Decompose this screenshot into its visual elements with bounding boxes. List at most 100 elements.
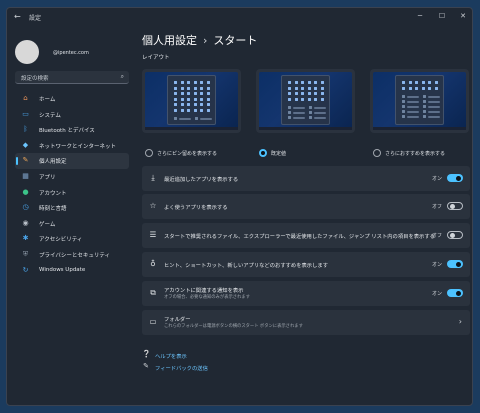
toggle-switch[interactable] [447,231,463,239]
sidebar-item-bluetooth[interactable]: ᛒ Bluetooth とデバイス [15,122,129,138]
avatar[interactable] [15,40,39,64]
toggle-switch[interactable] [447,260,463,268]
setting-title: ヒント、ショートカット、新しいアプリなどのおすすめを表示します [164,263,328,269]
preview-recommendation-line [407,100,419,103]
preview-recommendation-icon [423,110,426,113]
preview-app-tile [200,108,203,112]
preview-recommendation-line [200,117,212,120]
search-input[interactable]: 設定の検索 ⌕ [15,71,129,84]
minimize-button[interactable]: ─ [414,12,426,20]
maximize-button[interactable]: ☐ [436,12,448,20]
toggle-switch[interactable] [447,289,463,297]
setting-title: アカウントに関連する通知を表示 [164,288,244,294]
folder-icon: ▭ [149,317,157,326]
preview-recommendation-line [293,116,305,119]
setting-card-list: ☰ スタートで推奨されるファイル、エクスプローラーで最近使用したファイル、ジャンプ… [142,223,470,248]
toggle-knob [456,290,461,296]
sidebar-item-label: システム [39,112,61,119]
taskbar-preview [373,127,466,130]
back-arrow-icon[interactable]: ← [14,12,21,21]
preview-app-tile [320,81,324,84]
sidebar-item-shield[interactable]: ⛨ プライバシーとセキュリティ [15,247,129,263]
toggle-state-label: オン [431,291,442,297]
breadcrumb-parent[interactable]: 個人用設定 [142,34,197,47]
settings-window: ← 設定 ─ ☐ ✕ @ipentec.com 設定の検索 ⌕ ⌂ ホーム ▭ システ… [6,7,473,406]
preview-recommendation-icon [402,115,405,118]
preview-app-tile [320,97,324,101]
sidebar-item-account[interactable]: ● アカウント [15,185,129,201]
breadcrumb-current: スタート [213,34,258,47]
preview-recommendation-line [314,116,326,119]
sidebar-nav: ⌂ ホーム ▭ システム ᛒ Bluetooth とデバイス ◆ ネットワークとインターネット… [15,91,129,278]
preview-app-tile [200,92,203,95]
sidebar-item-label: ゲーム [39,221,56,228]
preview-app-tile [180,108,184,112]
preview-app-tile [174,92,177,95]
sidebar-item-label: アプリ [39,174,56,181]
preview-app-tile [307,81,311,84]
layout-radio[interactable] [259,149,267,157]
preview-app-tile [294,92,298,95]
sidebar-item-home[interactable]: ⌂ ホーム [15,91,129,107]
layout-radio[interactable] [145,149,153,157]
preview-recommendation-icon [309,116,312,119]
page-title: 個人用設定 › スタート [142,32,257,48]
chevron-right-icon[interactable]: › [459,317,462,326]
preview-app-tile [434,81,438,84]
sidebar-item-label: Bluetooth とデバイス [39,128,95,135]
preview-app-tile [288,86,291,90]
sidebar-item-label: Windows Update [39,266,86,273]
toggle-state-label: オン [431,176,442,182]
sidebar-item-apps[interactable]: ▦ アプリ [15,169,129,185]
toggle-knob [449,203,455,209]
preview-app-tile [301,92,304,95]
preview-app-tile [206,81,210,84]
layout-radio[interactable] [373,149,381,157]
preview-recommendation-line [314,111,326,114]
layout-preview-more-recommendations[interactable] [370,69,469,133]
preview-recommendation-line [179,117,191,120]
sidebar-item-accessibility[interactable]: ✱ アクセシビリティ [15,231,129,247]
setting-card-star: ☆ よく使うアプリを表示する オフ [142,194,470,219]
sidebar-item-label: ホーム [39,97,56,103]
preview-recommendation-line [293,111,305,114]
sidebar-item-update[interactable]: ↻ Windows Update [15,263,129,279]
close-button[interactable]: ✕ [457,12,469,20]
preview-app-tile [187,108,190,112]
preview-app-tile [402,86,405,90]
setting-card-folder[interactable]: ▭ フォルダー これらのフォルダーは電源ボタンの横のスタート ボタンに表示されます › [142,310,470,335]
star-icon: ☆ [149,201,157,210]
preview-app-tile [314,81,317,84]
breadcrumb-separator: › [203,34,208,47]
sidebar-item-gaming[interactable]: ◉ ゲーム [15,216,129,232]
preview-app-tile [193,103,197,106]
setting-card-lightbulb: ♁ ヒント、ショートカット、新しいアプリなどのおすすめを表示します オン [142,252,470,277]
preview-app-tile [187,97,190,101]
preview-app-tile [428,86,431,90]
preview-recommendation-icon [174,117,177,120]
lightbulb-icon: ♁ [150,259,156,268]
sidebar-item-network[interactable]: ◆ ネットワークとインターネット [15,138,129,154]
gaming-icon: ◉ [22,218,29,227]
toggle-switch[interactable] [447,202,463,210]
preview-recommendation-line [407,115,419,118]
preview-app-tile [288,92,291,95]
preview-app-tile [314,92,317,95]
sidebar-item-brush[interactable]: ✎ 個人用設定 [15,153,129,169]
layout-preview-more-pins[interactable] [142,69,241,133]
sidebar-item-label: 時刻と言語 [39,206,67,213]
toggle-switch[interactable] [447,174,463,182]
preview-app-tile [200,103,203,106]
preview-recommendation-icon [309,106,312,109]
toggle-knob [456,261,461,267]
layout-preview-default[interactable] [256,69,355,133]
time-language-icon: ◷ [22,203,29,212]
preview-app-tile [320,92,324,95]
preview-app-tile [174,86,177,90]
accessibility-icon: ✱ [22,234,29,243]
preview-recommendation-icon [423,95,426,98]
preview-app-tile [180,81,184,84]
sidebar-item-time-language[interactable]: ◷ 時刻と言語 [15,200,129,216]
taskbar-preview [145,127,238,130]
sidebar-item-system[interactable]: ▭ システム [15,107,129,123]
